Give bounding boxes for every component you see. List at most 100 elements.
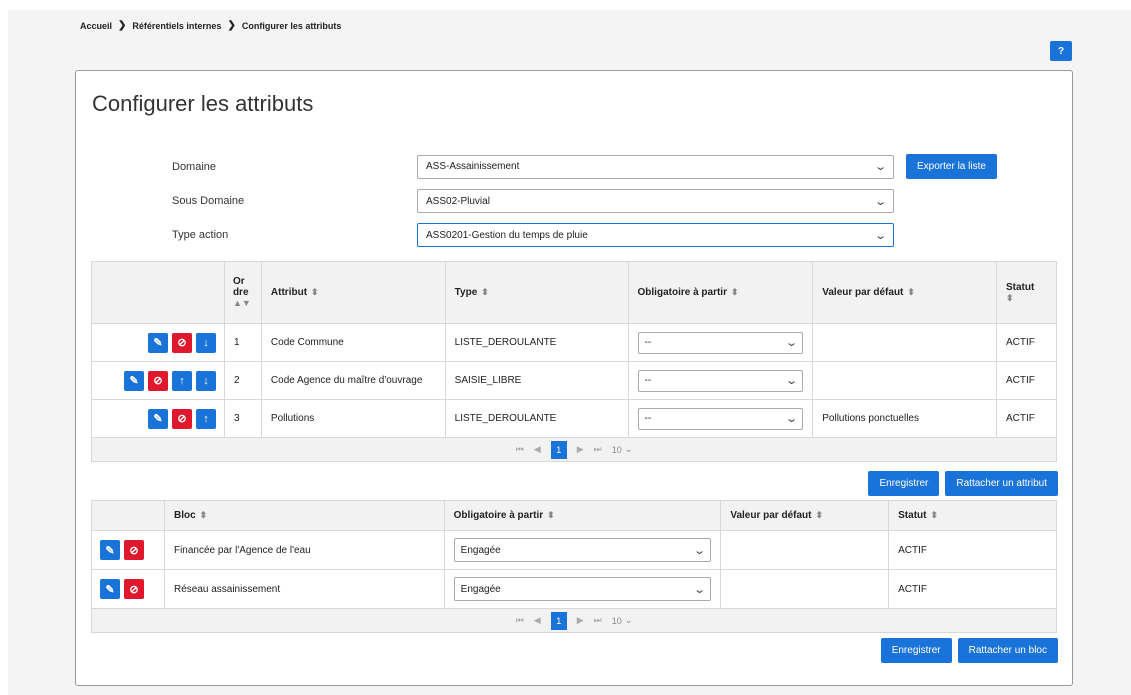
sort-icon: ⬍	[199, 510, 208, 520]
bloc-cell: Financée par l'Agence de l'eau	[163, 530, 445, 570]
obligatoire-select[interactable]: -- ⌄	[637, 369, 804, 392]
ordre-cell: 3	[223, 399, 262, 438]
disable-button[interactable]: ⊘	[124, 579, 144, 599]
chevron-down-icon: ⌄	[624, 444, 633, 454]
last-page-icon[interactable]: ⏭	[594, 615, 602, 626]
row-actions: ✎ ⊘	[91, 569, 165, 609]
table-row: ✎ ⊘ ↑ ↓ 2 Code Agence du maître d'ouvrag…	[91, 361, 1058, 400]
attributes-table: Or dre ▲▼ Attribut ⬍ Type ⬍ Obligatoire à p…	[91, 261, 1058, 462]
sort-icon: ⬍	[311, 287, 319, 297]
valeur-header[interactable]: Valeur par défaut ⬍	[720, 500, 890, 531]
type-action-label: Type action	[172, 229, 229, 241]
sort-icon: ⬍	[907, 287, 915, 297]
row-actions: ✎ ⊘ ↑ ↓	[91, 361, 225, 400]
attach-attribute-button[interactable]: Rattacher un attribut	[945, 471, 1058, 496]
move-down-button[interactable]: ↓	[195, 332, 216, 353]
page-size-select[interactable]: 10 ⌄	[612, 444, 633, 455]
sort-icon: ⬍	[815, 510, 824, 520]
attach-bloc-button[interactable]: Rattacher un bloc	[957, 638, 1058, 663]
prohibit-icon: ⊘	[177, 337, 187, 349]
disable-button[interactable]: ⊘	[171, 408, 192, 429]
prohibit-icon: ⊘	[129, 583, 139, 596]
chevron-down-icon: ⌄	[873, 229, 887, 242]
ordre-cell: 2	[223, 361, 262, 400]
obligatoire-header[interactable]: Obligatoire à partir ⬍	[443, 500, 722, 531]
edit-button[interactable]: ✎	[147, 408, 168, 429]
edit-button[interactable]: ✎	[123, 370, 144, 391]
type-action-select[interactable]: ASS0201-Gestion du temps de pluie ⌄	[417, 223, 894, 247]
disable-button[interactable]: ⊘	[124, 540, 144, 560]
export-list-button[interactable]: Exporter la liste	[906, 154, 997, 179]
sort-icon: ⬍	[930, 510, 939, 520]
pencil-icon: ✎	[129, 375, 139, 387]
edit-button[interactable]: ✎	[147, 332, 168, 353]
help-button[interactable]: ?	[1050, 41, 1072, 61]
chevron-down-icon: ⌄	[873, 161, 887, 173]
type-cell: SAISIE_LIBRE	[444, 361, 629, 400]
obligatoire-header[interactable]: Obligatoire à partir ⬍	[627, 261, 814, 324]
statut-cell: ACTIF	[888, 530, 1057, 570]
statut-cell: ACTIF	[888, 569, 1057, 609]
chevron-down-icon: ⌄	[624, 615, 633, 625]
move-up-button[interactable]: ↑	[195, 408, 216, 429]
actions-header	[91, 500, 165, 531]
pagination: ⏮ ◀ 1 ▶ ⏭ 10 ⌄	[92, 440, 1056, 459]
move-down-button[interactable]: ↓	[195, 370, 216, 391]
save-attributes-button[interactable]: Enregistrer	[868, 471, 940, 496]
page-title: Configurer les attributs	[92, 91, 314, 116]
breadcrumb-home[interactable]: Accueil	[80, 21, 112, 31]
pencil-icon: ✎	[105, 583, 115, 596]
type-header[interactable]: Type ⬍	[444, 261, 629, 324]
statut-header[interactable]: Statut ⬍	[995, 261, 1058, 324]
next-page-icon[interactable]: ▶	[577, 444, 584, 455]
obligatoire-select[interactable]: Engagée ⌄	[453, 538, 712, 562]
row-actions: ✎ ⊘ ↓	[91, 323, 225, 362]
next-page-icon[interactable]: ▶	[577, 615, 584, 626]
prev-page-icon[interactable]: ◀	[534, 444, 541, 455]
edit-button[interactable]: ✎	[100, 540, 120, 560]
obligatoire-select[interactable]: Engagée ⌄	[453, 577, 712, 601]
prohibit-icon: ⊘	[177, 413, 187, 425]
valeur-header[interactable]: Valeur par défaut ⬍	[812, 261, 997, 324]
sort-icon: ▲▼	[232, 298, 251, 308]
sous-domaine-row: Sous Domaine ASS02-Pluvial ⌄	[172, 189, 894, 213]
attribut-cell: Pollutions	[260, 399, 446, 438]
sous-domaine-select[interactable]: ASS02-Pluvial ⌄	[417, 189, 894, 213]
save-blocs-button[interactable]: Enregistrer	[880, 638, 952, 663]
arrow-down-icon: ↓	[203, 336, 209, 349]
obligatoire-cell: -- ⌄	[627, 399, 814, 438]
page-number-button[interactable]: 1	[550, 440, 567, 459]
chevron-down-icon: ⌄	[693, 544, 707, 557]
attribut-header[interactable]: Attribut ⬍	[260, 261, 446, 324]
ordre-header[interactable]: Or dre ▲▼	[223, 261, 262, 324]
bloc-header[interactable]: Bloc ⬍	[163, 500, 445, 531]
table-row: ✎ ⊘ Réseau assainissement Engagée ⌄ ACTIF	[91, 569, 1057, 609]
disable-button[interactable]: ⊘	[147, 370, 168, 391]
type-cell: LISTE_DEROULANTE	[444, 323, 629, 362]
type-cell: LISTE_DEROULANTE	[444, 399, 629, 438]
page-number-button[interactable]: 1	[550, 611, 567, 630]
arrow-up-icon: ↑	[179, 374, 185, 387]
type-action-value: ASS0201-Gestion du temps de pluie	[426, 229, 588, 241]
breadcrumb-referentiels[interactable]: Référentiels internes	[132, 21, 221, 31]
ordre-cell: 1	[223, 323, 262, 362]
chevron-right-icon: ❯	[227, 20, 236, 31]
sous-domaine-value: ASS02-Pluvial	[426, 195, 490, 207]
domaine-value: ASS-Assainissement	[426, 161, 520, 172]
domaine-select[interactable]: ASS-Assainissement ⌄	[417, 154, 894, 179]
statut-header[interactable]: Statut ⬍	[888, 500, 1057, 531]
obligatoire-select[interactable]: -- ⌄	[637, 331, 804, 354]
page-size-select[interactable]: 10 ⌄	[612, 615, 633, 626]
bloc-cell: Réseau assainissement	[163, 569, 445, 609]
sort-icon: ⬍	[481, 287, 489, 297]
obligatoire-select[interactable]: -- ⌄	[637, 407, 804, 430]
first-page-icon[interactable]: ⏮	[516, 615, 524, 626]
prev-page-icon[interactable]: ◀	[534, 615, 541, 626]
move-up-button[interactable]: ↑	[171, 370, 192, 391]
disable-button[interactable]: ⊘	[171, 332, 192, 353]
first-page-icon[interactable]: ⏮	[516, 444, 524, 455]
valeur-cell	[812, 323, 997, 362]
edit-button[interactable]: ✎	[100, 579, 120, 599]
last-page-icon[interactable]: ⏭	[594, 444, 602, 455]
chevron-down-icon: ⌄	[785, 337, 799, 349]
